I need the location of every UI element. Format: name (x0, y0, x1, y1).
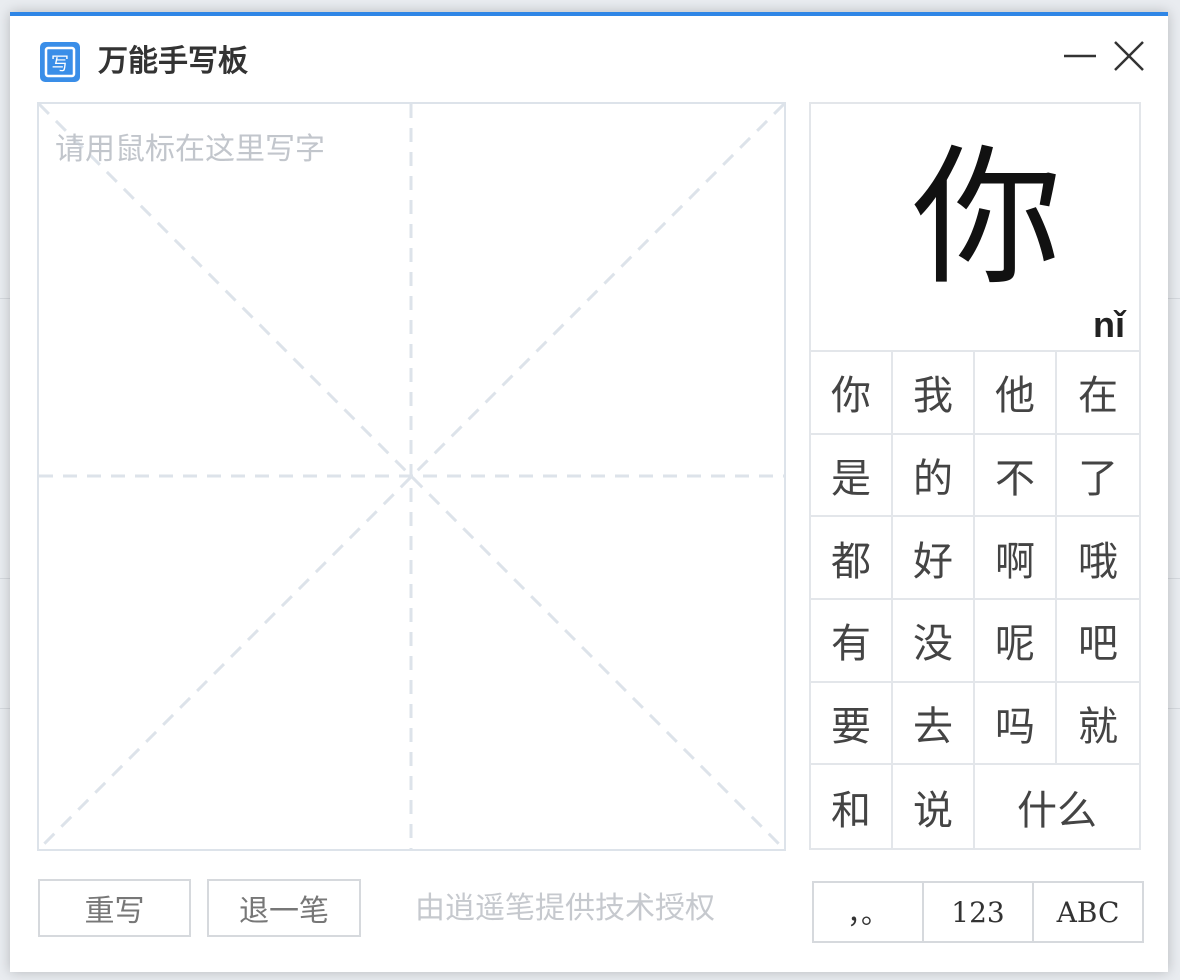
candidate-cell[interactable]: 啊 (975, 517, 1057, 600)
credit-text: 由逍遥笔提供技术授权 (415, 891, 715, 926)
candidate-cell[interactable]: 吗 (975, 682, 1057, 766)
candidate-grid: 你 我 他 在 是 的 不 了 都 好 啊 哦 有 没 呢 吧 要 去 吗 就 … (809, 352, 1141, 850)
canvas-placeholder: 请用鼠标在这里写字 (55, 132, 325, 167)
candidate-cell[interactable]: 我 (893, 352, 975, 435)
number-mode-button[interactable]: 123 (924, 883, 1034, 941)
candidate-cell[interactable]: 要 (811, 682, 893, 766)
candidate-cell[interactable]: 他 (975, 352, 1057, 435)
candidate-cell[interactable]: 去 (893, 682, 975, 766)
minimize-icon (1064, 54, 1096, 58)
candidate-cell[interactable]: 有 (811, 599, 893, 683)
alphabet-mode-button[interactable]: ABC (1034, 883, 1142, 941)
svg-text:写: 写 (51, 54, 69, 75)
candidate-cell[interactable]: 是 (811, 434, 893, 518)
candidate-cell[interactable]: 什么 (975, 765, 1139, 848)
minimize-button[interactable] (1058, 34, 1102, 78)
candidate-cell[interactable]: 吧 (1057, 600, 1139, 683)
close-icon (1114, 41, 1144, 71)
undo-stroke-button[interactable]: 退一笔 (207, 879, 361, 937)
candidate-cell[interactable]: 没 (893, 599, 975, 683)
input-mode-switcher: ，。 123 ABC (812, 881, 1144, 943)
handwriting-pad-window: 写 万能手写板 请用鼠标在这里写字 你 nǐ 你 我 他 在 是 的 不 了 都… (10, 12, 1168, 972)
candidate-cell[interactable]: 好 (893, 517, 975, 600)
rewrite-button[interactable]: 重写 (38, 879, 191, 937)
candidate-cell[interactable]: 不 (975, 434, 1057, 518)
candidate-cell[interactable]: 都 (811, 517, 893, 600)
window-title: 万能手写板 (98, 44, 248, 79)
close-button[interactable] (1107, 34, 1151, 78)
candidate-cell[interactable]: 哦 (1057, 517, 1139, 600)
candidate-cell[interactable]: 了 (1057, 435, 1139, 518)
handwriting-canvas[interactable]: 请用鼠标在这里写字 (37, 102, 786, 851)
preview-character: 你 (911, 132, 1062, 306)
punctuation-mode-button[interactable]: ，。 (814, 883, 924, 941)
app-icon: 写 (40, 42, 80, 82)
candidate-cell[interactable]: 说 (893, 765, 975, 848)
canvas-guide-grid (39, 104, 784, 849)
candidate-cell[interactable]: 就 (1057, 683, 1139, 766)
candidate-cell[interactable]: 和 (811, 765, 893, 848)
recognized-char-preview: 你 nǐ (809, 102, 1141, 352)
candidate-cell[interactable]: 在 (1057, 352, 1139, 435)
preview-pinyin: nǐ (1093, 304, 1125, 345)
candidate-cell[interactable]: 的 (893, 434, 975, 518)
candidate-cell[interactable]: 呢 (975, 599, 1057, 683)
candidate-cell[interactable]: 你 (811, 352, 893, 435)
